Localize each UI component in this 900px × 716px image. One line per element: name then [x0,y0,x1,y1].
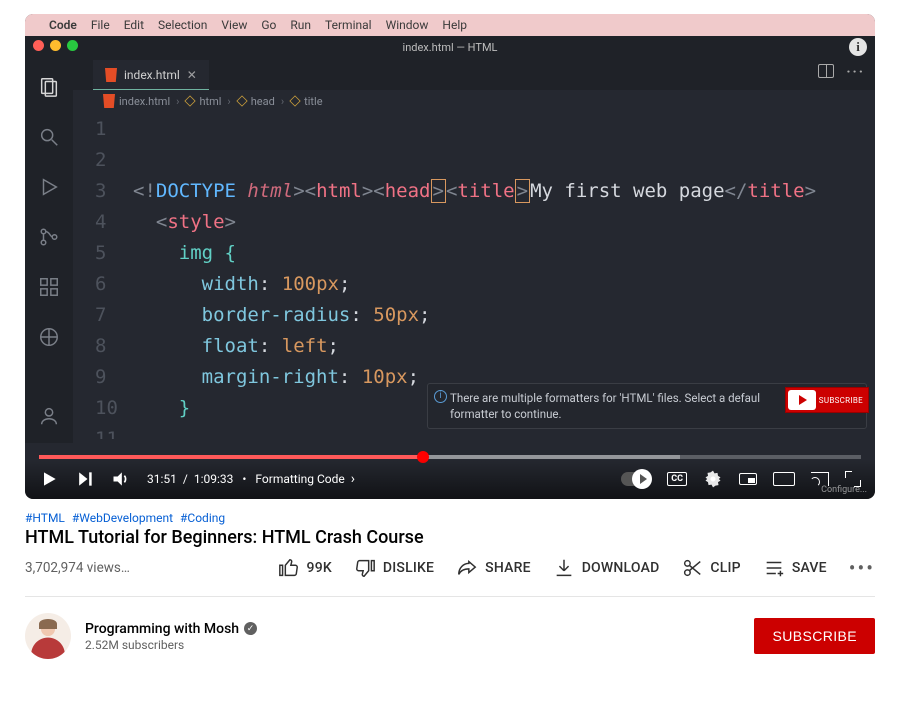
play-button[interactable] [39,469,59,489]
download-button[interactable]: DOWNLOAD [553,557,660,579]
menu-edit[interactable]: Edit [124,18,144,32]
close-tab-icon[interactable]: ✕ [187,68,197,82]
tab-index-html[interactable]: index.html ✕ [93,60,209,90]
miniplayer-button[interactable] [739,473,757,485]
tab-label: index.html [124,68,180,82]
menu-window[interactable]: Window [386,18,429,32]
run-debug-icon[interactable] [38,176,60,202]
mac-menubar: Code File Edit Selection View Go Run Ter… [25,14,875,36]
notification-line2: formatter to continue. [450,407,562,421]
menu-view[interactable]: View [221,18,247,32]
breadcrumb[interactable]: index.html › html › head › title [25,90,875,112]
save-button[interactable]: SAVE [763,557,827,579]
chevron-right-icon[interactable]: › [351,471,355,487]
overlay-subscribe-label: SUBSCRIBE [816,396,866,405]
menu-app[interactable]: Code [49,18,77,32]
time-display: 31:51 / 1:09:33 • Formatting Code › [147,471,355,487]
captions-button[interactable]: CC [667,472,687,486]
configure-hint: Configure... [821,485,867,495]
menu-run[interactable]: Run [290,18,311,32]
info-icon: i [434,390,447,403]
extensions-icon[interactable] [38,276,60,302]
source-control-icon[interactable] [38,226,60,252]
minimize-window-icon[interactable] [50,40,61,51]
youtube-play-icon [788,390,816,410]
element-icon [289,95,300,106]
window-titlebar: index.html — HTML i [25,36,875,58]
window-title: index.html — HTML [403,41,498,54]
channel-name[interactable]: Programming with Mosh ✓ [85,621,257,637]
next-button[interactable] [75,469,95,489]
html5-icon [103,94,115,108]
element-icon [236,95,247,106]
dislike-button[interactable]: DISLIKE [354,557,434,579]
search-icon[interactable] [38,126,60,152]
share-button[interactable]: SHARE [456,557,531,579]
menu-help[interactable]: Help [442,18,467,32]
activity-bar [25,58,73,443]
cast-button[interactable] [811,472,829,486]
verified-badge-icon: ✓ [244,622,257,635]
element-icon [185,95,196,106]
like-button[interactable]: 99K [278,557,332,579]
player-controls: 31:51 / 1:09:33 • Formatting Code › CC [25,459,875,499]
split-editor-icon[interactable] [818,64,834,78]
theater-button[interactable] [773,472,795,486]
subscribe-button[interactable]: SUBSCRIBE [754,618,875,654]
settings-button[interactable] [703,469,723,489]
more-actions-button[interactable]: ••• [849,556,875,580]
channel-row: Programming with Mosh ✓ 2.52M subscriber… [25,613,875,659]
subscribe-overlay[interactable]: SUBSCRIBE [785,387,869,413]
chapter-title[interactable]: Formatting Code [255,472,344,486]
clip-button[interactable]: CLIP [681,557,740,579]
channel-avatar[interactable] [25,613,71,659]
notification-line1: There are multiple formatters for 'HTML'… [450,391,760,405]
account-icon[interactable] [38,405,60,431]
menu-selection[interactable]: Selection [158,18,207,32]
volume-button[interactable] [111,469,131,489]
editor-tabbar: index.html ✕ ··· [25,58,875,90]
zoom-window-icon[interactable] [67,40,78,51]
menu-file[interactable]: File [91,18,110,32]
subscriber-count: 2.52M subscribers [85,638,257,652]
close-window-icon[interactable] [33,40,44,51]
divider [25,596,875,597]
explorer-icon[interactable] [38,76,60,102]
menu-go[interactable]: Go [261,18,276,32]
live-share-icon[interactable] [38,326,60,352]
info-icon[interactable]: i [849,38,867,56]
hashtags[interactable]: #HTML #WebDevelopment #Coding [25,511,875,525]
view-count: 3,702,974 views… [25,560,130,576]
html5-icon [105,68,117,82]
menu-terminal[interactable]: Terminal [325,18,372,32]
video-player[interactable]: Code File Edit Selection View Go Run Ter… [25,14,875,499]
video-title: HTML Tutorial for Beginners: HTML Crash … [25,527,875,548]
traffic-lights[interactable] [33,40,78,51]
autoplay-toggle[interactable] [621,472,651,486]
line-numbers: 1 2 3 4 5 6 7 8 9 10 11 [95,114,118,439]
more-actions-icon[interactable]: ··· [846,64,865,80]
